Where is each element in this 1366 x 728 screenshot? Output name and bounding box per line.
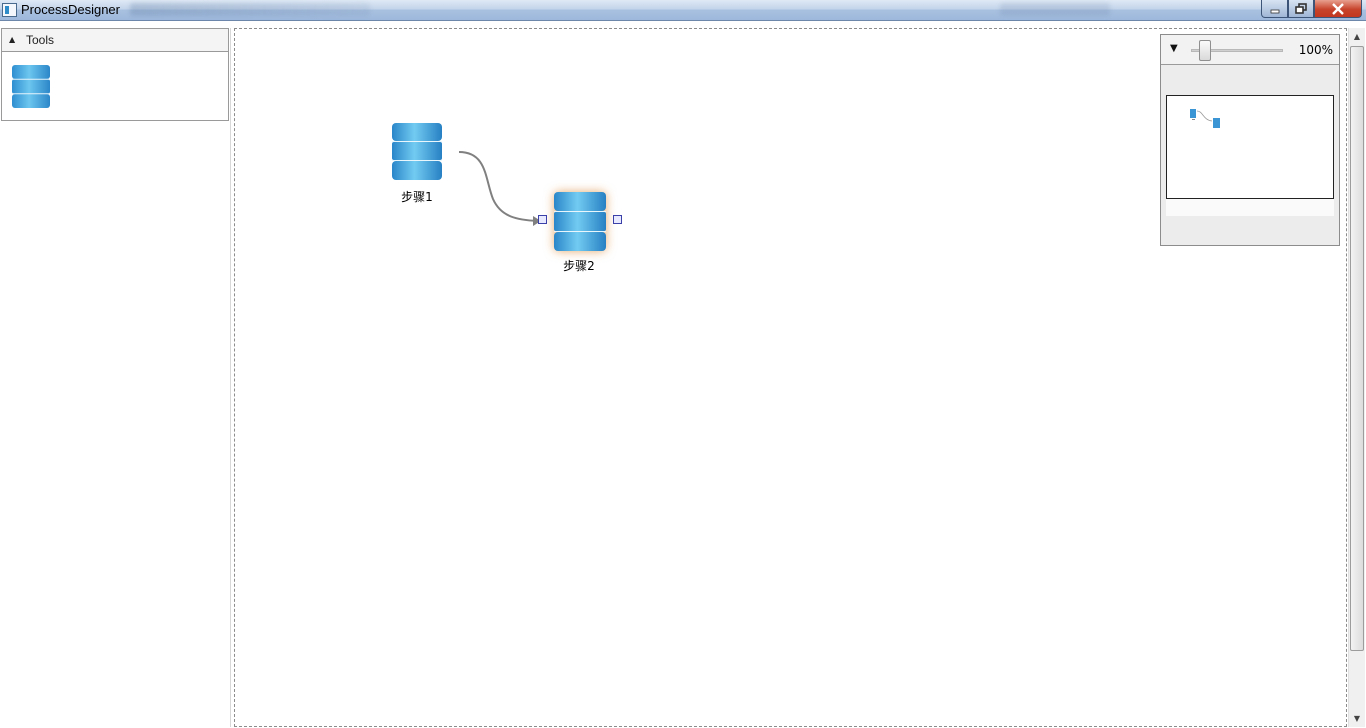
node-label: 步骤1 xyxy=(401,190,433,204)
minimap-node xyxy=(1213,118,1220,128)
database-icon xyxy=(392,123,442,180)
tools-header-label: Tools xyxy=(26,33,55,47)
node-label: 步骤2 xyxy=(563,259,595,273)
scroll-up-arrow-icon[interactable]: ▲ xyxy=(1349,28,1365,45)
minimize-button[interactable] xyxy=(1261,0,1288,18)
restore-button[interactable] xyxy=(1288,0,1314,18)
app-icon[interactable] xyxy=(2,3,17,17)
navigator-preview[interactable] xyxy=(1166,95,1334,199)
zoom-value: 100% xyxy=(1298,43,1333,57)
input-port[interactable] xyxy=(538,215,547,224)
navigator-minimap xyxy=(1190,109,1220,128)
scroll-down-arrow-icon[interactable]: ▼ xyxy=(1349,710,1365,727)
vertical-scrollbar[interactable]: ▲ ▼ xyxy=(1348,28,1365,727)
close-icon xyxy=(1332,3,1344,15)
minimize-icon xyxy=(1270,9,1279,14)
tools-panel: ▲ Tools xyxy=(1,28,229,121)
zoom-expander-toggle[interactable]: ▼ xyxy=(1170,43,1178,54)
tools-expander-header[interactable]: ▲ Tools xyxy=(2,29,228,52)
output-port[interactable] xyxy=(613,215,622,224)
title-bar[interactable]: ProcessDesigner xyxy=(0,0,1366,21)
navigator-footer xyxy=(1166,199,1334,216)
blurred-title-text xyxy=(130,3,370,16)
panel-splitter[interactable] xyxy=(230,28,231,727)
zoom-toolbar: ▼ 100% xyxy=(1161,35,1339,65)
window-title: ProcessDesigner xyxy=(21,2,120,17)
minimap-node xyxy=(1190,109,1196,118)
zoom-box: ▼ 100% xyxy=(1160,34,1340,246)
database-icon xyxy=(12,65,50,108)
process-node-step2[interactable] xyxy=(554,192,606,251)
blurred-title-text xyxy=(1000,3,1110,16)
scroll-thumb[interactable] xyxy=(1350,46,1364,651)
restore-icon xyxy=(1295,3,1307,14)
database-icon xyxy=(554,192,606,251)
process-node-step1[interactable] xyxy=(392,123,442,180)
zoom-slider-thumb[interactable] xyxy=(1199,40,1211,61)
toolbox-item-database[interactable] xyxy=(12,65,50,108)
collapse-caret-icon[interactable]: ▲ xyxy=(9,35,15,44)
close-button[interactable] xyxy=(1314,0,1362,18)
